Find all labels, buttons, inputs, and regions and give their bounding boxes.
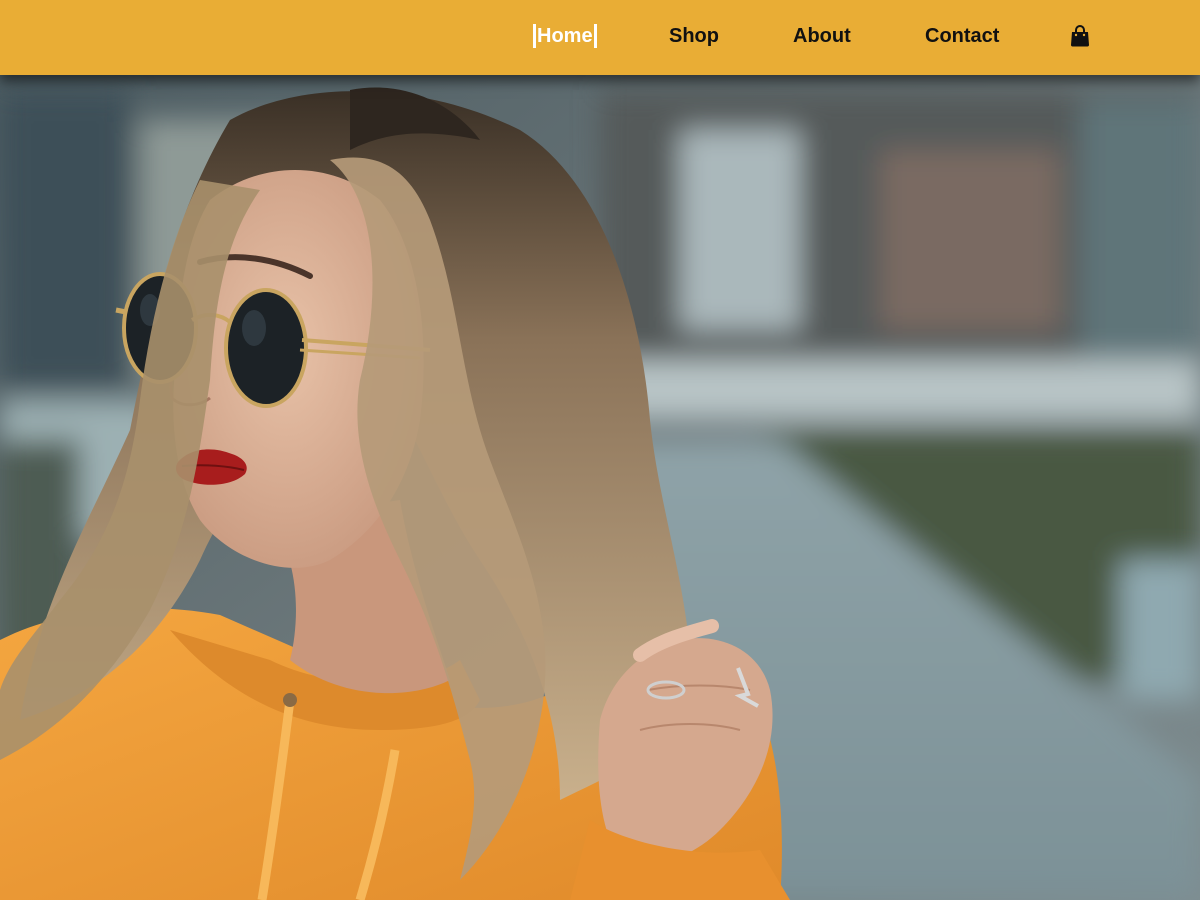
cart-button[interactable] [1069,24,1091,48]
shopping-bag-icon [1071,24,1089,47]
top-navbar: Home Shop About Contact [0,0,1200,75]
nav-link-about[interactable]: About [793,24,851,48]
nav-link-contact[interactable]: Contact [925,24,999,48]
nav-link-shop[interactable]: Shop [669,24,719,48]
hero-image [0,0,1200,900]
nav-link-home[interactable]: Home [533,24,597,48]
hero-photo-illustration [0,0,1200,900]
page: Home Shop About Contact [0,0,1200,900]
